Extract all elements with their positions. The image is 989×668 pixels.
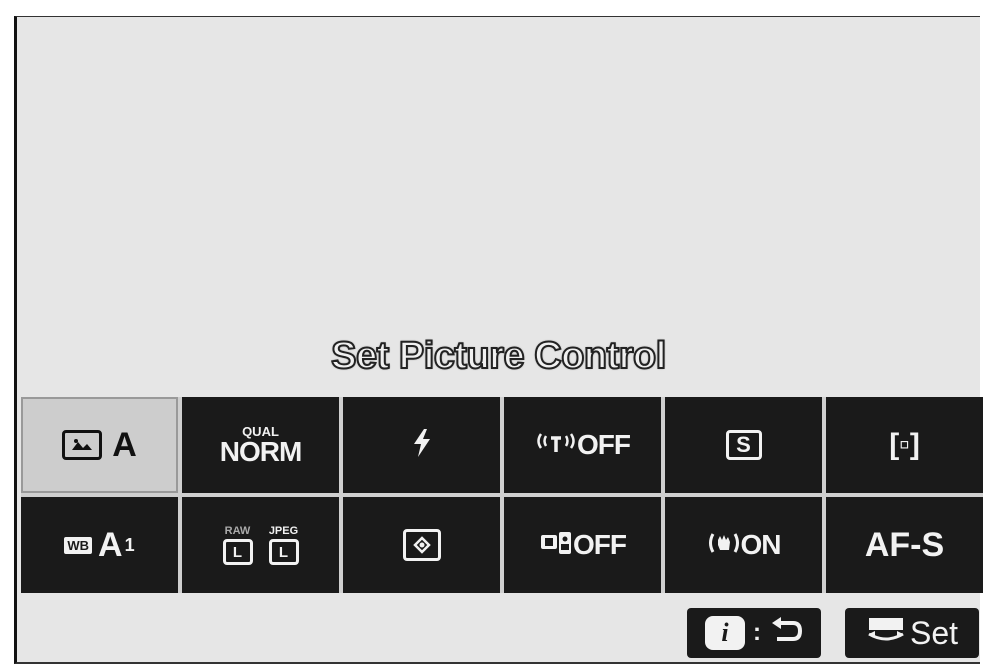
raw-size-icon: L	[222, 539, 253, 565]
camera-menu-screen: Set Picture Control A QUAL NORM OFF S [▫…	[14, 16, 983, 664]
vr-icon	[707, 528, 741, 563]
matrix-metering-icon	[402, 529, 441, 561]
picture-control-cell[interactable]: A	[21, 397, 178, 493]
info-separator: :	[753, 619, 761, 646]
metering-cell[interactable]	[343, 497, 500, 593]
jpeg-size-icon: L	[268, 539, 299, 565]
info-return-hint[interactable]: i :	[687, 608, 821, 658]
image-quality-cell[interactable]: QUAL NORM	[182, 397, 339, 493]
return-icon	[769, 616, 803, 651]
bluetooth-camera-icon	[539, 528, 573, 563]
active-dlighting-cell[interactable]: S	[665, 397, 822, 493]
white-balance-cell[interactable]: WB A 1	[21, 497, 178, 593]
picture-control-value: A	[112, 425, 137, 464]
button-guide-bar: i : Set	[17, 593, 980, 663]
wireless-icon	[535, 428, 577, 463]
wireless-cell[interactable]: OFF	[504, 397, 661, 493]
af-area-icon: [▫]	[889, 428, 920, 461]
jpeg-caption: JPEG	[268, 525, 299, 537]
vibration-reduction-cell[interactable]: ON	[665, 497, 822, 593]
image-quality-value: NORM	[219, 435, 303, 467]
info-button-icon: i	[705, 616, 745, 650]
info-settings-grid: A QUAL NORM OFF S [▫] WB A 1 RAW L JPEG …	[21, 397, 983, 593]
af-area-mode-cell[interactable]: [▫]	[826, 397, 983, 493]
current-setting-title: Set Picture Control	[330, 334, 667, 378]
vibration-reduction-value: ON	[740, 529, 782, 560]
flash-icon	[411, 428, 433, 463]
picture-control-icon	[62, 430, 103, 460]
image-size-cell[interactable]: RAW L JPEG L	[182, 497, 339, 593]
set-label: Set	[909, 614, 959, 651]
raw-caption: RAW	[224, 525, 251, 537]
command-dial-icon	[866, 614, 906, 653]
flash-mode-cell[interactable]	[343, 397, 500, 493]
wireless-value: OFF	[577, 429, 631, 460]
set-hint[interactable]: Set	[845, 608, 979, 658]
focus-mode-value: AF-S	[864, 525, 945, 564]
focus-mode-cell[interactable]: AF-S	[826, 497, 983, 593]
s-icon: S	[725, 430, 762, 460]
white-balance-value: A	[98, 525, 123, 564]
bluetooth-connection-cell[interactable]: OFF	[504, 497, 661, 593]
white-balance-sub: 1	[124, 534, 135, 555]
wb-icon: WB	[64, 536, 93, 554]
bluetooth-connection-value: OFF	[573, 529, 627, 560]
